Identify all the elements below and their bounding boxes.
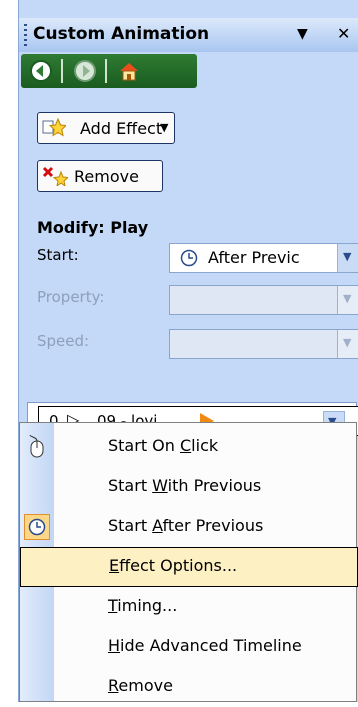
menu-item-effect-options[interactable]: Effect Options... bbox=[20, 547, 358, 587]
add-effect-button[interactable]: Add Effect ▼ bbox=[37, 112, 175, 144]
back-icon[interactable] bbox=[29, 59, 53, 83]
menu-item-label: Start After Previous bbox=[108, 516, 264, 535]
drag-grip[interactable] bbox=[24, 24, 27, 46]
custom-animation-taskpane: Custom Animation ▼ ✕ Add Effect ▼ Remove… bbox=[18, 0, 358, 702]
speed-dropdown[interactable]: ▼ bbox=[169, 329, 358, 359]
remove-label: Remove bbox=[74, 167, 139, 186]
taskpane-nav-bar bbox=[21, 54, 197, 88]
menu-item-label: Start On Click bbox=[108, 436, 219, 455]
close-icon[interactable]: ✕ bbox=[337, 24, 350, 43]
speed-label: Speed: bbox=[37, 332, 90, 350]
start-dropdown-value: After Previc bbox=[208, 248, 300, 267]
menu-item-label: Effect Options... bbox=[109, 556, 238, 575]
forward-icon[interactable] bbox=[73, 59, 97, 83]
menu-item-start-with-previous[interactable]: Start With Previous bbox=[20, 467, 358, 507]
property-dropdown[interactable]: ▼ bbox=[169, 285, 358, 315]
clock-icon bbox=[28, 518, 46, 536]
menu-item-label: Start With Previous bbox=[108, 476, 262, 495]
mouse-icon bbox=[29, 435, 44, 458]
menu-item-label: Hide Advanced Timeline bbox=[108, 636, 302, 655]
menu-item-start-after-previous[interactable]: Start After Previous bbox=[20, 507, 358, 547]
menu-item-remove[interactable]: Remove bbox=[20, 667, 358, 707]
property-label: Property: bbox=[37, 288, 105, 306]
add-effect-dropdown-arrow-icon: ▼ bbox=[160, 121, 169, 134]
remove-button[interactable]: Remove bbox=[37, 160, 163, 192]
menu-item-label: Timing... bbox=[108, 596, 178, 615]
modify-heading: Modify: Play bbox=[37, 218, 149, 237]
start-dropdown[interactable]: After Previc ▼ bbox=[169, 243, 358, 273]
add-effect-label: Add Effect bbox=[80, 119, 163, 138]
taskpane-titlebar: Custom Animation ▼ ✕ bbox=[19, 18, 358, 52]
checked-indicator bbox=[24, 514, 50, 540]
remove-effect-icon bbox=[42, 166, 68, 186]
taskpane-title: Custom Animation bbox=[33, 24, 210, 44]
menu-item-label: Remove bbox=[108, 676, 173, 695]
home-icon[interactable] bbox=[117, 59, 141, 83]
add-effect-star-icon bbox=[42, 118, 66, 137]
speed-dropdown-arrow: ▼ bbox=[337, 330, 358, 358]
menu-item-timing[interactable]: Timing... bbox=[20, 587, 358, 627]
taskpane-menu-arrow-icon[interactable]: ▼ bbox=[297, 26, 308, 42]
menu-item-hide-advanced-timeline[interactable]: Hide Advanced Timeline bbox=[20, 627, 358, 667]
effect-context-menu: Start On Click Start With Previous Start… bbox=[19, 422, 358, 702]
start-dropdown-arrow[interactable]: ▼ bbox=[337, 244, 358, 272]
property-dropdown-arrow: ▼ bbox=[337, 286, 358, 314]
menu-item-start-on-click[interactable]: Start On Click bbox=[20, 427, 358, 467]
clock-icon bbox=[180, 249, 198, 267]
start-label: Start: bbox=[37, 246, 79, 264]
